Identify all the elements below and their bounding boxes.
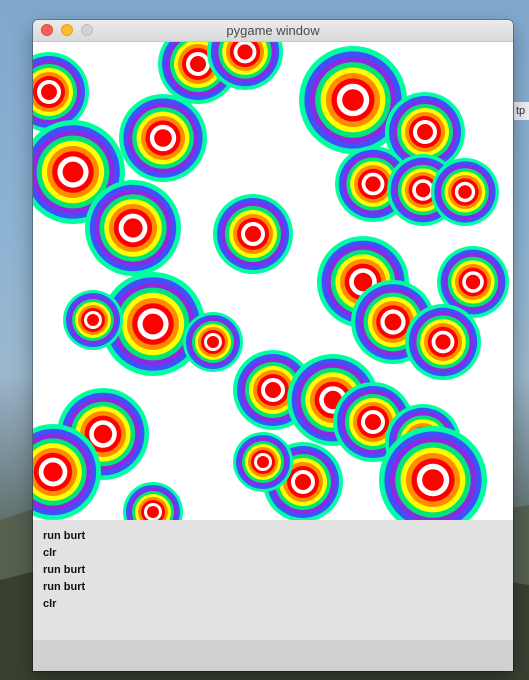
rainbow-ring — [85, 180, 181, 276]
console-output: run burt clr run burt run burt clr — [33, 520, 513, 640]
desktop-window-peek: tp — [514, 102, 529, 120]
pygame-window: pygame window run burt clr run burt run … — [33, 20, 513, 671]
rainbow-ring — [431, 158, 499, 226]
rainbow-ring — [63, 290, 123, 350]
game-canvas[interactable] — [33, 42, 513, 520]
console-line: clr — [43, 547, 57, 559]
rainbow-ring — [123, 482, 183, 520]
rainbow-ring — [119, 94, 207, 182]
console-line: run burt — [43, 581, 86, 593]
console-input-bar[interactable] — [33, 640, 513, 671]
rainbow-ring — [33, 52, 89, 132]
rainbow-ring — [233, 432, 293, 492]
rainbow-ring — [405, 304, 481, 380]
console-line: clr — [43, 598, 57, 610]
rainbow-rings-art — [33, 42, 509, 520]
rainbow-ring — [183, 312, 243, 372]
console-line: run burt — [43, 530, 86, 542]
console-line: run burt — [43, 564, 86, 576]
window-title: pygame window — [226, 23, 320, 38]
rainbow-ring — [213, 194, 293, 274]
title-bar[interactable]: pygame window — [33, 20, 513, 42]
